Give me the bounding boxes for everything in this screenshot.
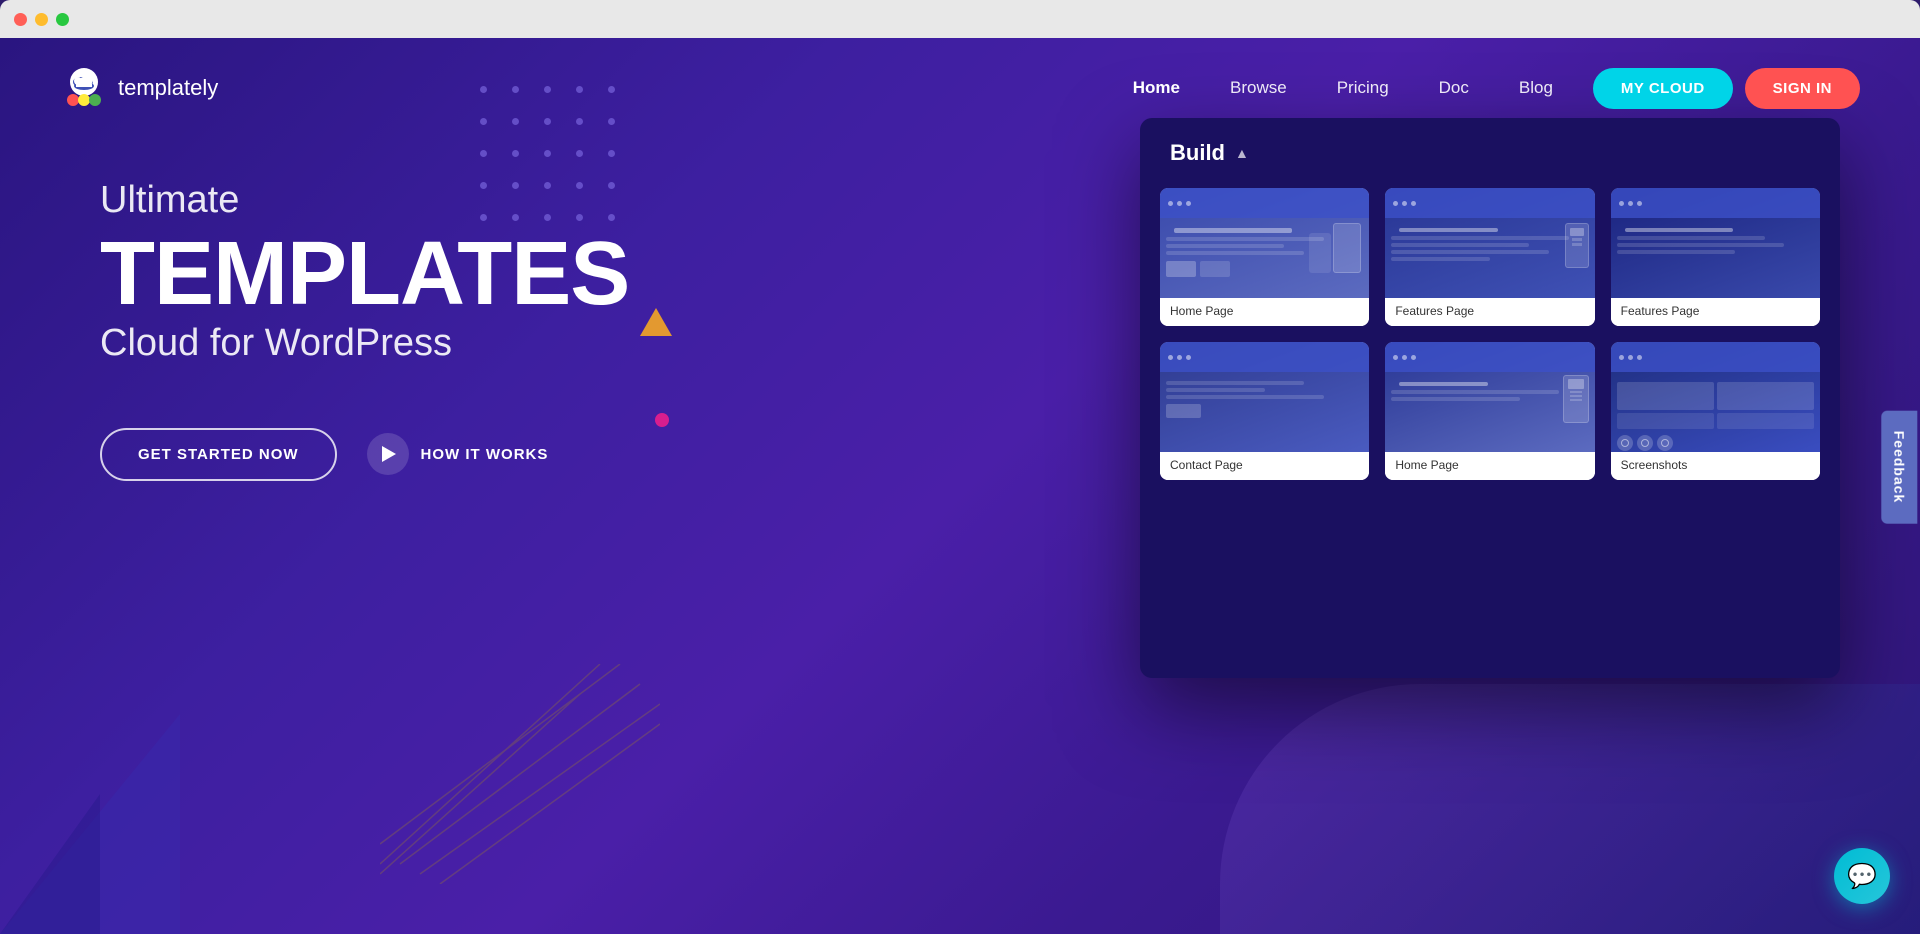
- bg-lines-svg: [380, 664, 660, 884]
- nav-link-blog[interactable]: Blog: [1519, 78, 1553, 98]
- sign-in-button[interactable]: SIGN IN: [1745, 68, 1860, 109]
- feedback-tab[interactable]: Feedback: [1882, 411, 1918, 524]
- close-button[interactable]: [14, 13, 27, 26]
- template-card-4[interactable]: Contact Page: [1160, 342, 1369, 480]
- maximize-button[interactable]: [56, 13, 69, 26]
- hero-section: Ultimate TEMPLATES Cloud for WordPress G…: [100, 178, 750, 481]
- chat-bubble[interactable]: 💬: [1834, 848, 1890, 904]
- nav-link-home[interactable]: Home: [1133, 78, 1180, 98]
- nav-link-pricing[interactable]: Pricing: [1337, 78, 1389, 98]
- get-started-button[interactable]: GET STARTED NOW: [100, 428, 337, 481]
- hero-description: Cloud for WordPress: [100, 319, 750, 368]
- navbar: templately Home Browse Pricing Doc Blog …: [0, 38, 1920, 138]
- template-card-4-name: Contact Page: [1160, 452, 1369, 480]
- logo-text: templately: [118, 75, 218, 101]
- template-card-1[interactable]: Home Page: [1160, 188, 1369, 326]
- dashboard-title: Build: [1170, 140, 1225, 166]
- main-wrapper: templately Home Browse Pricing Doc Blog …: [0, 38, 1920, 934]
- dashboard-preview: Build ▲: [1140, 118, 1840, 678]
- template-card-3[interactable]: Features Page: [1611, 188, 1820, 326]
- my-cloud-button[interactable]: MY CLOUD: [1593, 68, 1733, 109]
- nav-link-doc[interactable]: Doc: [1439, 78, 1469, 98]
- play-triangle: [382, 446, 396, 462]
- how-it-works-button[interactable]: HOW IT WORKS: [367, 433, 549, 475]
- template-card-6[interactable]: Screenshots: [1611, 342, 1820, 480]
- bg-triangle-left: [0, 714, 180, 934]
- hero-subtitle: Ultimate: [100, 178, 750, 224]
- logo-area[interactable]: templately: [60, 64, 218, 112]
- template-card-3-name: Features Page: [1611, 298, 1820, 326]
- play-icon: [367, 433, 409, 475]
- hero-buttons: GET STARTED NOW HOW IT WORKS: [100, 428, 750, 481]
- template-card-2-name: Features Page: [1385, 298, 1594, 326]
- templates-grid: Home Page: [1140, 188, 1840, 500]
- minimize-button[interactable]: [35, 13, 48, 26]
- hero-title: TEMPLATES: [100, 229, 750, 319]
- template-card-5[interactable]: Home Page: [1385, 342, 1594, 480]
- template-card-1-name: Home Page: [1160, 298, 1369, 326]
- bg-curve-bottom-right: [1220, 684, 1920, 934]
- nav-links: Home Browse Pricing Doc Blog: [1133, 78, 1553, 98]
- sort-icon: ▲: [1235, 145, 1249, 161]
- bg-triangle-left2: [0, 794, 100, 934]
- nav-link-browse[interactable]: Browse: [1230, 78, 1287, 98]
- template-card-6-name: Screenshots: [1611, 452, 1820, 480]
- logo-icon: [60, 64, 108, 112]
- chat-icon: 💬: [1847, 862, 1877, 891]
- window-chrome: [0, 0, 1920, 38]
- template-card-5-name: Home Page: [1385, 452, 1594, 480]
- template-card-2[interactable]: Features Page: [1385, 188, 1594, 326]
